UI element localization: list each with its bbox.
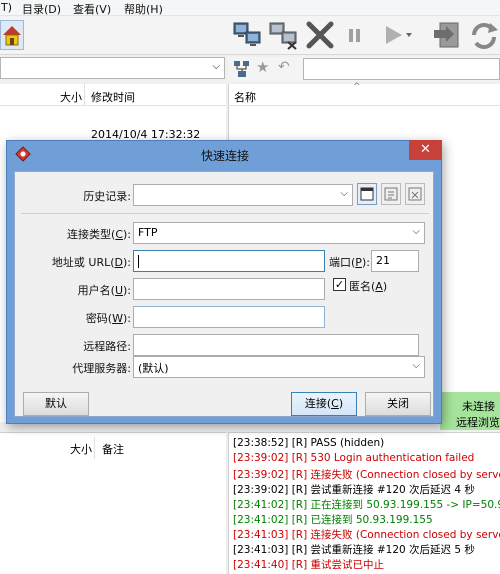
default-button[interactable]: 默认 — [23, 392, 89, 416]
log-line: [23:41:40] [R] 重试尝试已中止 — [233, 559, 385, 571]
pause-button[interactable] — [344, 20, 366, 50]
dialog-close-button[interactable]: ✕ — [409, 140, 442, 160]
connection-type-value: FTP — [138, 226, 158, 239]
column-divider — [94, 437, 95, 459]
proxy-value: (默认) — [138, 362, 169, 375]
history-save-button[interactable] — [381, 183, 401, 205]
log-line: [23:39:02] [R] 连接失败 (Connection closed b… — [233, 469, 500, 481]
anonymous-label: 匿名(A) — [349, 280, 388, 293]
queue-pane: 大小 备注 — [0, 432, 226, 574]
column-size[interactable]: 大小 — [60, 89, 82, 105]
refresh-button[interactable] — [468, 20, 500, 50]
close-x-icon — [306, 21, 334, 49]
remote-path-input[interactable] — [303, 58, 500, 80]
log-line: [23:41:02] [R] 已连接到 50.93.199.155 — [233, 514, 433, 526]
abort-button[interactable] — [304, 20, 336, 50]
log-line: [23:39:02] [R] 530 Login authentication … — [233, 452, 475, 464]
remote-path-label: 远程路径: — [83, 340, 131, 353]
separator — [21, 213, 429, 214]
log-line: [23:39:02] [R] 尝试重新连接 #120 次后延迟 4 秒 — [233, 484, 475, 496]
local-file-header: 大小 修改时间 — [0, 84, 226, 106]
password-label: 密码(W): — [85, 312, 131, 325]
close-icon: ✕ — [420, 142, 431, 157]
connection-type-label: 连接类型(C): — [67, 228, 131, 241]
username-input[interactable] — [133, 278, 325, 300]
dialog-title: 快速连接 — [200, 149, 249, 163]
column-modified[interactable]: 修改时间 — [91, 89, 135, 105]
column-name[interactable]: 名称 — [234, 89, 256, 105]
log-line: [23:38:52] [R] PASS (hidden) — [233, 437, 385, 449]
close-button-label: 关闭 — [387, 397, 409, 410]
play-icon — [386, 26, 412, 44]
port-label: 端口(P): — [329, 256, 370, 269]
remote-path-input[interactable] — [133, 334, 419, 356]
computers-disconnect-icon — [269, 22, 297, 50]
status-remote-browse: 远程浏览 — [456, 416, 500, 429]
text-caret — [138, 254, 139, 268]
delete-history-icon — [408, 187, 422, 201]
menu-view[interactable]: 查看(V) — [73, 1, 111, 17]
port-value: 21 — [376, 254, 390, 267]
window-icon — [360, 187, 374, 201]
remote-file-header: 名称 ^ — [228, 82, 500, 106]
username-label: 用户名(U): — [77, 284, 131, 297]
bookmark-star-icon[interactable]: ★ — [256, 58, 269, 76]
close-dialog-button[interactable]: 关闭 — [365, 392, 431, 416]
pause-icon — [349, 29, 360, 42]
save-history-icon — [384, 187, 398, 201]
transfer-document-icon — [434, 22, 459, 48]
home-icon — [3, 26, 21, 46]
queue-column-size[interactable]: 大小 — [70, 441, 92, 457]
queue-column-note[interactable]: 备注 — [102, 441, 124, 457]
start-queue-button[interactable] — [380, 20, 414, 50]
log-line: [23:41:03] [R] 连接失败 (Connection closed b… — [233, 529, 500, 541]
default-button-label: 默认 — [45, 397, 67, 410]
computers-connect-icon — [233, 22, 261, 46]
network-icon — [234, 61, 249, 77]
disconnect-button[interactable] — [268, 20, 300, 50]
chevron-down-icon: ⌵ — [212, 61, 220, 72]
menu-directory[interactable]: 目录(D) — [22, 1, 61, 17]
column-divider — [84, 84, 85, 106]
connection-type-select[interactable]: FTP ⌵ — [133, 222, 425, 244]
connect-button[interactable] — [232, 20, 264, 50]
home-button[interactable] — [0, 20, 24, 50]
connect-dialog-button[interactable]: 连接(C) — [291, 392, 357, 416]
history-label: 历史记录: — [83, 190, 131, 203]
history-view-button[interactable] — [357, 183, 377, 205]
quick-connect-dialog: 快速连接 ✕ 历史记录: ⌵ 连接类型(C): FTP ⌵ 地址或 URL(D)… — [6, 140, 442, 424]
menu-help[interactable]: 帮助(H) — [124, 1, 163, 17]
proxy-label: 代理服务器: — [72, 362, 131, 375]
log-pane[interactable]: [23:38:52] [R] PASS (hidden) [23:39:02] [… — [228, 432, 500, 574]
address-input[interactable] — [133, 250, 325, 272]
log-line: [23:41:02] [R] 正在连接到 50.93.199.155 -> IP… — [233, 499, 500, 511]
connect-button-label: 连接(C) — [304, 397, 344, 410]
chevron-down-icon: ⌵ — [340, 188, 348, 199]
sort-caret-icon: ^ — [353, 82, 361, 92]
back-arrow-icon[interactable]: ↶ — [278, 59, 290, 75]
proxy-select[interactable]: (默认) ⌵ — [133, 356, 425, 378]
menu-transfer[interactable]: T) — [1, 1, 12, 14]
log-line: [23:41:03] [R] 尝试重新连接 #120 次后延迟 5 秒 — [233, 544, 475, 556]
chevron-down-icon: ⌵ — [412, 226, 420, 237]
checkmark-icon: ✓ — [334, 278, 345, 291]
port-input[interactable]: 21 — [371, 250, 419, 272]
history-delete-button[interactable] — [405, 183, 425, 205]
local-path-combo[interactable]: ⌵ — [0, 57, 225, 79]
dialog-body: 历史记录: ⌵ 连接类型(C): FTP ⌵ 地址或 URL(D): 端口(P)… — [14, 171, 434, 417]
transfer-button[interactable] — [432, 20, 464, 50]
connection-status-panel: 未连接 远程浏览 — [440, 392, 500, 430]
history-select[interactable]: ⌵ — [133, 184, 353, 206]
status-not-connected: 未连接 — [462, 400, 495, 413]
remote-tree-button[interactable] — [233, 60, 251, 81]
refresh-icon — [472, 23, 498, 49]
menu-bar: T) 目录(D) 查看(V) 帮助(H) — [0, 0, 500, 16]
chevron-down-icon: ⌵ — [412, 360, 420, 371]
address-label: 地址或 URL(D): — [51, 256, 131, 269]
anonymous-checkbox[interactable]: ✓ — [333, 278, 346, 291]
password-input[interactable] — [133, 306, 325, 328]
toolbar — [0, 16, 500, 55]
